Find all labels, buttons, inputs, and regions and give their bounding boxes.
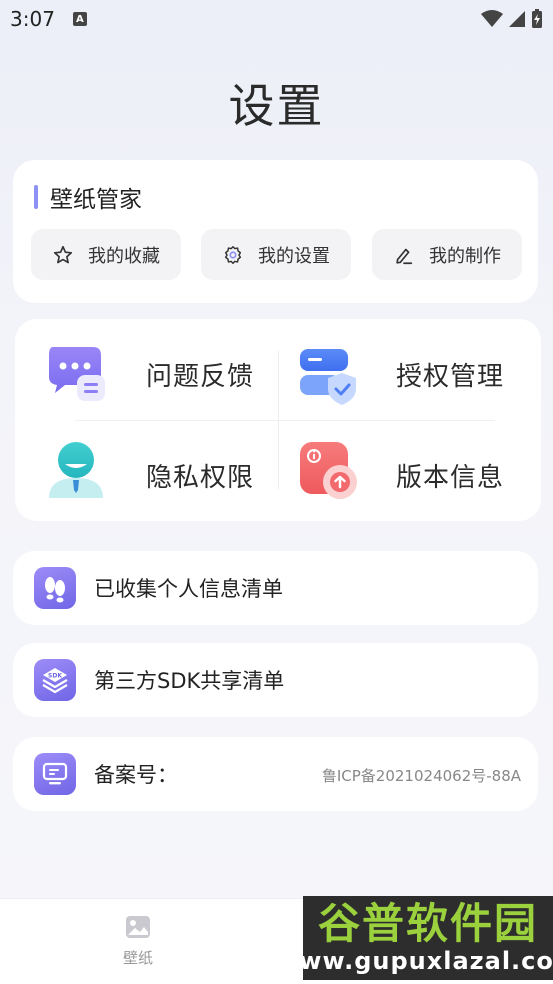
wallpaper-icon [126,916,150,938]
authorization-icon [300,349,356,405]
my-creations-button[interactable]: 我的制作 [372,229,522,280]
svg-text:SDK: SDK [48,673,62,680]
privacy-label: 隐私权限 [146,463,255,493]
authorization-label: 授权管理 [396,362,505,392]
status-time: 3:07 [10,7,55,31]
chip-label: 我的设置 [258,245,330,267]
title-accent-bar [34,185,38,209]
footprint-icon [34,567,76,609]
version-info-label: 版本信息 [396,463,505,493]
watermark-url: www.gupuxlazal.com [276,947,553,975]
signal-icon [509,11,525,27]
star-icon [53,245,73,263]
privacy-icon [49,442,103,498]
icp-record-row[interactable]: 备案号： 鲁ICP备2021024062号-88A [13,737,538,811]
privacy-item[interactable]: 隐私权限 [15,420,278,521]
chip-label: 我的收藏 [88,245,160,267]
notification-icon: A [72,12,87,26]
row-label: 备案号： [94,763,178,787]
feedback-label: 问题反馈 [146,362,255,392]
watermark-title: 谷普软件园 [317,899,538,948]
row-label: 已收集个人信息清单 [94,577,283,601]
battery-icon [532,9,542,28]
status-bar: 3:07 A [0,0,553,38]
my-settings-button[interactable]: 我的设置 [201,229,351,280]
nav-label: 壁纸 [122,949,153,967]
third-party-sdk-list-row[interactable]: SDK 第三方SDK共享清单 [13,643,538,717]
icp-record-number: 鲁ICP备2021024062号-88A [321,767,521,785]
edit-icon [396,248,413,264]
sdk-icon: SDK [34,659,76,701]
nav-item-wallpaper[interactable]: 壁纸 [108,915,168,968]
chip-label: 我的制作 [429,245,501,267]
version-info-icon [300,442,357,499]
collected-info-list-row[interactable]: 已收集个人信息清单 [13,551,538,625]
row-label: 第三方SDK共享清单 [94,669,285,693]
version-info-item[interactable]: 版本信息 [278,420,541,521]
wallpaper-manager-card: 壁纸管家 我的收藏 我的设置 我的制作 [13,160,538,303]
watermark: 谷普软件园 www.gupuxlazal.com [276,896,553,980]
wifi-icon [481,10,503,27]
page-title: 设置 [228,79,325,133]
feedback-icon [49,347,105,401]
my-favorites-button[interactable]: 我的收藏 [31,229,181,280]
authorization-item[interactable]: 授权管理 [278,319,541,420]
card-title: 壁纸管家 [50,187,142,213]
gear-icon [224,245,242,264]
settings-grid-card: 问题反馈 授权管理 隐私权限 版本信息 [15,319,541,521]
feedback-item[interactable]: 问题反馈 [15,319,278,420]
monitor-icon [34,753,76,795]
